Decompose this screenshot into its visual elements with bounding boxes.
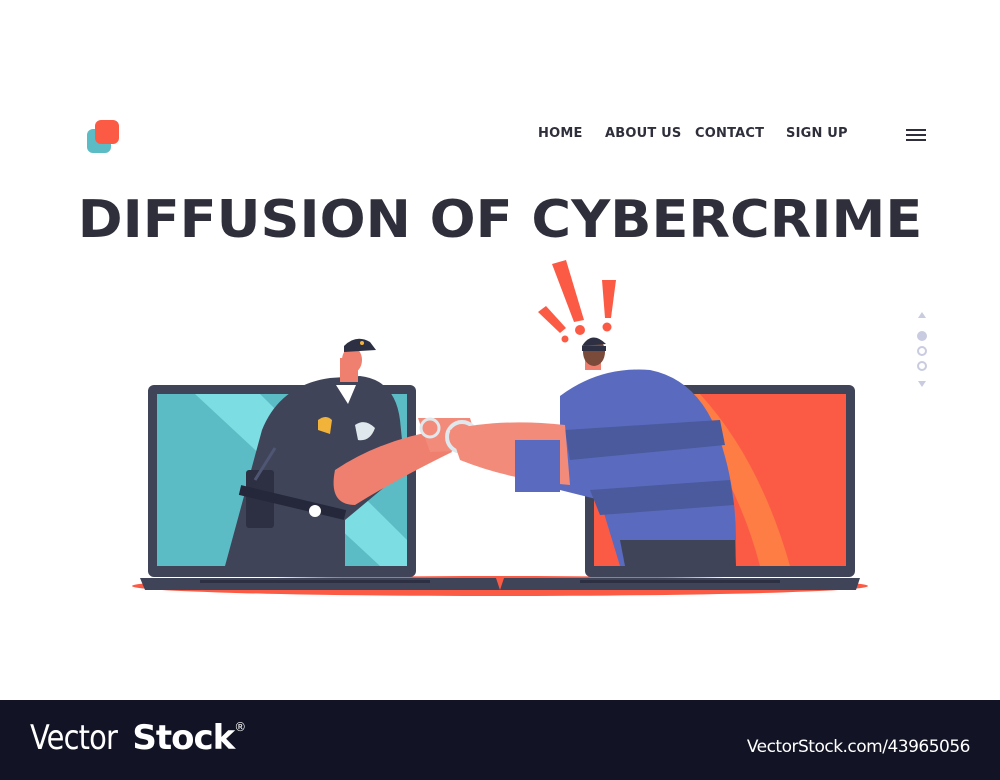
nav-about-us[interactable]: ABOUT US (605, 126, 682, 141)
exclamation-marks-icon (538, 260, 616, 343)
police-officer (225, 338, 452, 566)
image-reference: VectorStock.com/43965056 (746, 737, 971, 757)
hamburger-menu-icon[interactable] (906, 129, 926, 141)
page-title: DIFFUSION OF CYBERCRIME (77, 190, 923, 250)
watermark-footer: Vector Stock® VectorStock.com/43965056 (0, 700, 1000, 780)
nav-home[interactable]: HOME (538, 126, 583, 141)
landing-page: HOME ABOUT US CONTACT SIGN UP DIFFUSION … (0, 0, 1000, 700)
hero-illustration (132, 260, 868, 596)
logo-red-square (95, 120, 119, 144)
nav-sign-up[interactable]: SIGN UP (786, 126, 848, 141)
logo[interactable] (87, 120, 121, 154)
nav-contact[interactable]: CONTACT (695, 126, 764, 141)
vectorstock-logo[interactable]: Vector Stock® (30, 718, 246, 758)
